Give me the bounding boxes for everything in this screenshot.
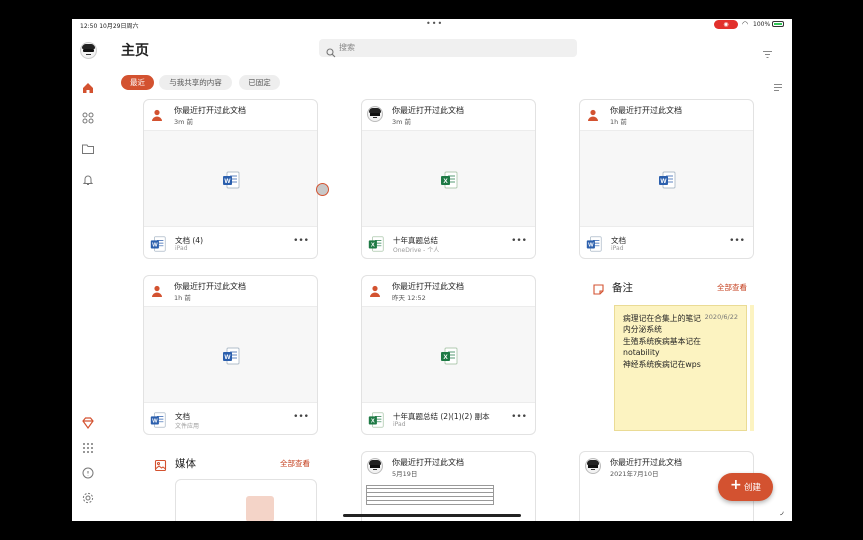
word-file-icon: W <box>149 411 167 429</box>
person-icon <box>150 283 164 297</box>
battery-percent: 100% <box>753 21 771 28</box>
notes-section-header: 备注 全部查看 <box>592 279 747 295</box>
file-name: 十年真题总结 (2)(1)(2) 副本 <box>393 412 490 421</box>
screen-record-icon: ◉ <box>714 20 738 29</box>
excel-file-icon: X <box>367 411 385 429</box>
next-note-edge <box>750 305 754 431</box>
svg-text:W: W <box>152 419 158 425</box>
chip-pinned[interactable]: 已固定 <box>239 75 280 90</box>
person-icon <box>150 107 164 121</box>
settings-icon[interactable] <box>81 490 95 504</box>
sidebar <box>72 30 104 521</box>
plus-icon: + <box>730 477 742 493</box>
recent-file-card[interactable]: 你最近打开过此文档 1h 前 W W 文档 文件应用 ••• <box>143 275 318 435</box>
more-options-icon[interactable]: ••• <box>511 236 527 246</box>
search-input[interactable]: 搜索 <box>319 39 577 58</box>
svg-text:X: X <box>443 354 448 361</box>
svg-text:X: X <box>371 419 375 425</box>
battery-icon <box>772 21 784 27</box>
file-location: 文件应用 <box>175 423 200 430</box>
more-options-icon[interactable]: ••• <box>729 236 745 246</box>
media-title: 媒体 <box>175 458 196 470</box>
user-avatar <box>367 106 383 122</box>
premium-diamond-icon[interactable] <box>81 415 95 430</box>
status-time: 12:50 10月29日周六 <box>80 23 139 30</box>
recent-file-card[interactable]: 你最近打开过此文档 昨天 12:52 X X 十年真题总结 (2)(1)(2) … <box>361 275 536 435</box>
search-icon <box>326 43 336 58</box>
excel-file-icon: X <box>439 170 459 190</box>
filter-icon[interactable] <box>762 44 773 58</box>
note-icon <box>592 281 605 295</box>
page-title: 主页 <box>121 43 149 59</box>
sticky-note[interactable]: 2020/6/22 病理记在合集上的笔记 内分泌系统 生殖系统疾病基本记在not… <box>614 305 747 431</box>
svg-text:W: W <box>224 354 231 361</box>
search-placeholder: 搜索 <box>339 43 355 52</box>
multitask-dots[interactable]: ••• <box>426 19 443 28</box>
image-icon <box>154 457 167 472</box>
file-location: OneDrive - 个人 <box>393 247 440 254</box>
app-screen: 12:50 10月29日周六 ••• ◉ ◠ 100% 主页 搜索 最近 与我共… <box>72 19 792 521</box>
svg-text:X: X <box>371 243 375 249</box>
note-body: 病理记在合集上的笔记 内分泌系统 生殖系统疾病基本记在notability 神经… <box>623 314 701 369</box>
apps-icon[interactable] <box>81 110 95 124</box>
svg-text:W: W <box>224 178 231 185</box>
home-indicator[interactable] <box>343 514 521 517</box>
svg-text:W: W <box>588 243 594 249</box>
more-options-icon[interactable]: ••• <box>293 412 309 422</box>
more-options-icon[interactable]: ••• <box>293 236 309 246</box>
excel-file-icon: X <box>367 235 385 253</box>
word-file-icon: W <box>221 170 241 190</box>
notes-see-all-link[interactable]: 全部查看 <box>717 282 747 293</box>
wifi-icon: ◠ <box>742 20 749 28</box>
user-avatar <box>585 458 601 474</box>
more-options-icon[interactable]: ••• <box>511 412 527 422</box>
user-avatar <box>367 458 383 474</box>
word-file-icon: W <box>657 170 677 190</box>
file-location: iPad <box>393 421 406 428</box>
media-section-header: 媒体 全部查看 <box>154 455 310 472</box>
excel-file-icon: X <box>439 346 459 366</box>
create-button[interactable]: + 创建 <box>718 473 773 501</box>
touch-pointer <box>316 183 329 196</box>
status-bar: 12:50 10月29日周六 ••• ◉ ◠ 100% <box>72 19 792 30</box>
svg-text:W: W <box>660 178 667 185</box>
word-file-icon: W <box>585 235 603 253</box>
scroll-indicator: ◞ <box>780 507 784 517</box>
media-thumbnail <box>246 496 274 521</box>
word-file-icon: W <box>221 346 241 366</box>
recent-file-card[interactable]: 你最近打开过此文档 1h 前 W W 文档 iPad ••• <box>579 99 754 259</box>
recent-file-card[interactable]: 你最近打开过此文档 3m 前 W W 文档 (4) iPad ••• <box>143 99 318 259</box>
bell-icon[interactable] <box>81 172 95 186</box>
home-icon[interactable] <box>81 80 95 94</box>
svg-text:X: X <box>443 178 448 185</box>
person-icon <box>368 283 382 297</box>
chip-shared-with-me[interactable]: 与我共享的内容 <box>159 75 232 90</box>
svg-text:W: W <box>152 243 158 249</box>
folder-icon[interactable] <box>81 141 95 155</box>
grid-icon[interactable] <box>81 440 95 454</box>
person-icon <box>586 107 600 121</box>
help-icon[interactable] <box>81 465 95 479</box>
recent-file-card[interactable]: 你最近打开过此文档 5月19日 <box>361 451 536 521</box>
media-see-all-link[interactable]: 全部查看 <box>280 458 310 469</box>
word-file-icon: W <box>149 235 167 253</box>
file-location: iPad <box>175 245 188 252</box>
file-location: iPad <box>611 245 624 252</box>
user-avatar[interactable] <box>80 42 97 59</box>
notes-title: 备注 <box>612 282 633 294</box>
list-view-icon[interactable] <box>773 77 783 91</box>
media-item[interactable] <box>175 479 317 521</box>
chip-recent[interactable]: 最近 <box>121 75 154 90</box>
recent-file-card[interactable]: 你最近打开过此文档 3m 前 X X 十年真题总结 OneDrive - 个人 … <box>361 99 536 259</box>
